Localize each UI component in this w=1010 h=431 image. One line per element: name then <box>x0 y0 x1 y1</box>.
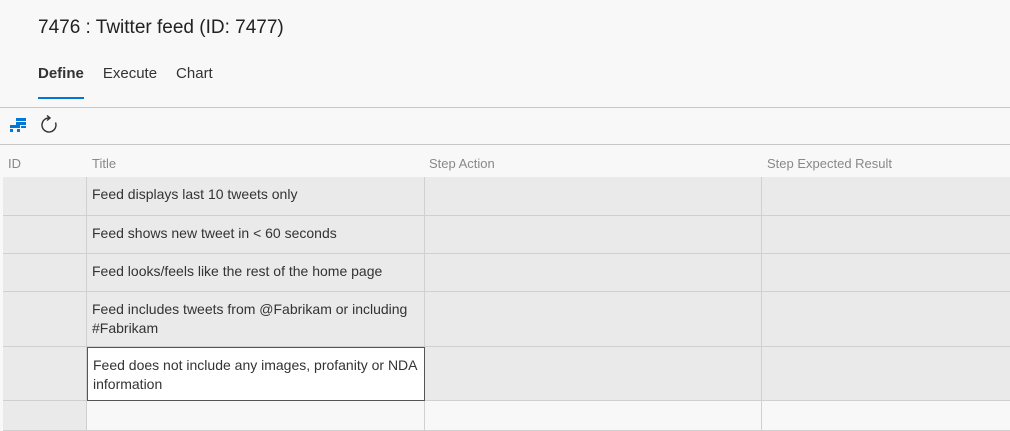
cell-title[interactable]: Feed displays last 10 tweets only <box>87 177 425 216</box>
cell-step-action[interactable] <box>425 177 762 216</box>
column-header-step-expected-result[interactable]: Step Expected Result <box>767 156 892 171</box>
cell-title[interactable]: Feed looks/feels like the rest of the ho… <box>87 254 425 292</box>
cell-title[interactable]: Feed shows new tweet in < 60 seconds <box>87 216 425 254</box>
cell-step-expected-result[interactable] <box>762 177 1010 216</box>
cell-step-action[interactable] <box>425 401 762 431</box>
grid-view-button[interactable] <box>7 114 29 136</box>
page-header: 7476 : Twitter feed (ID: 7477) Define Ex… <box>0 0 1010 107</box>
cell-step-action[interactable] <box>425 347 762 401</box>
table-row: Feed includes tweets from @Fabrikam or i… <box>3 292 1010 347</box>
cell-step-action[interactable] <box>425 216 762 254</box>
table-row: Feed shows new tweet in < 60 seconds <box>3 216 1010 254</box>
steps-grid: Feed displays last 10 tweets only Feed s… <box>3 177 1010 431</box>
refresh-button[interactable] <box>38 114 60 136</box>
cell-step-action[interactable] <box>425 292 762 347</box>
cell-step-expected-result[interactable] <box>762 254 1010 292</box>
tab-define[interactable]: Define <box>38 62 84 99</box>
column-header-step-action[interactable]: Step Action <box>429 156 495 171</box>
table-row-new <box>3 401 1010 431</box>
cell-id[interactable] <box>3 177 87 216</box>
cell-id[interactable] <box>3 401 87 431</box>
table-row-selected: Feed does not include any images, profan… <box>3 347 1010 401</box>
cell-step-expected-result[interactable] <box>762 216 1010 254</box>
toolbar <box>0 108 1010 144</box>
cell-id[interactable] <box>3 292 87 347</box>
cell-step-expected-result[interactable] <box>762 347 1010 401</box>
cell-step-action[interactable] <box>425 254 762 292</box>
tab-bar: Define Execute Chart <box>38 62 232 99</box>
table-row: Feed looks/feels like the rest of the ho… <box>3 254 1010 292</box>
cell-title[interactable] <box>87 401 425 431</box>
grid-view-icon <box>10 118 26 132</box>
cell-id[interactable] <box>3 216 87 254</box>
cell-title[interactable]: Feed includes tweets from @Fabrikam or i… <box>87 292 425 347</box>
tab-chart[interactable]: Chart <box>176 62 213 99</box>
cell-step-expected-result[interactable] <box>762 292 1010 347</box>
column-header-title[interactable]: Title <box>92 156 116 171</box>
page-title: 7476 : Twitter feed (ID: 7477) <box>38 17 284 38</box>
grid-header: ID Title Step Action Step Expected Resul… <box>0 145 1010 177</box>
cell-id[interactable] <box>3 347 87 401</box>
cell-id[interactable] <box>3 254 87 292</box>
tab-execute[interactable]: Execute <box>103 62 157 99</box>
cell-title-editing[interactable]: Feed does not include any images, profan… <box>87 347 425 401</box>
column-header-id[interactable]: ID <box>8 156 21 171</box>
cell-step-expected-result[interactable] <box>762 401 1010 431</box>
table-row: Feed displays last 10 tweets only <box>3 177 1010 216</box>
refresh-icon <box>41 115 57 133</box>
